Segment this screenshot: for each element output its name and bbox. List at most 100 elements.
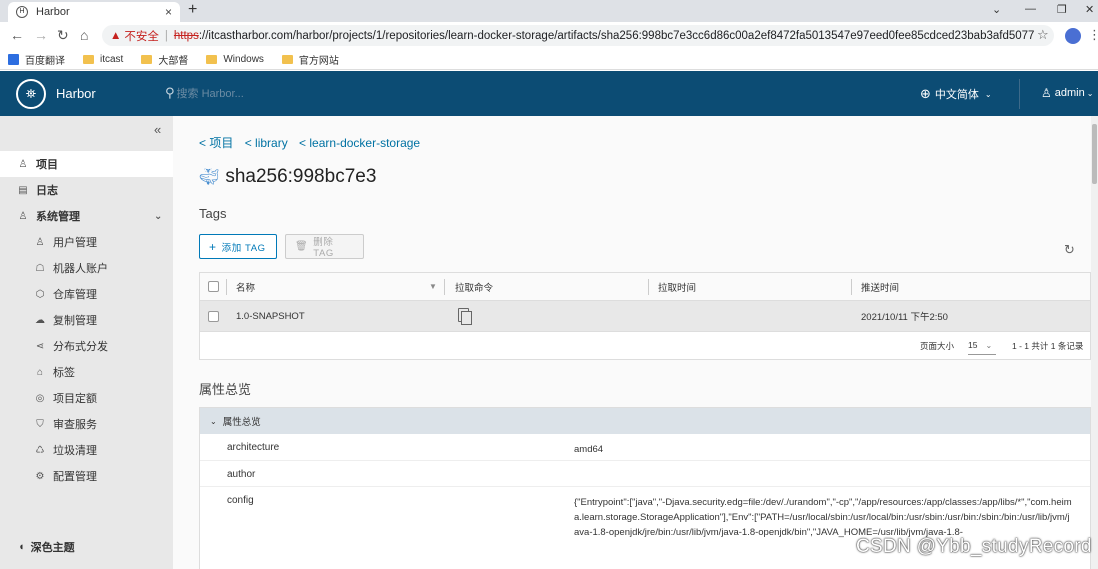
browser-tab-bar: H Harbor × + ⌄ — ❐ ✕ (0, 0, 1098, 22)
copy-icon[interactable] (458, 308, 472, 325)
registry-icon: ⬡ (35, 288, 45, 300)
menu-icon[interactable]: ⋮ (1088, 27, 1098, 43)
globe-icon: ⊕ (920, 86, 931, 101)
sidebar-item-administration[interactable]: ♙ 系统管理 ⌄ (0, 203, 173, 229)
back-icon[interactable]: ← (10, 27, 24, 43)
column-pull-time[interactable]: 拉取时间 (658, 273, 696, 300)
projects-icon: ♙ (18, 158, 28, 170)
bookmark-item[interactable]: itcast (83, 54, 123, 65)
folder-icon (206, 54, 218, 64)
user-menu[interactable]: ♙ admin ⌄ (1041, 86, 1093, 100)
label-icon: ⌂ (36, 366, 44, 378)
users-icon: ♙ (35, 236, 45, 248)
column-divider (444, 279, 445, 295)
search-icon: ⚲ (165, 85, 175, 100)
column-push-time[interactable]: 推送时间 (861, 273, 899, 300)
delete-tag-button[interactable]: 🗑︎ 删除 TAG (285, 234, 364, 259)
column-name[interactable]: 名称 (236, 273, 255, 300)
browser-toolbar: ← → ↻ ⌂ ▲ 不安全 | https ://itcastharbor.co… (0, 22, 1098, 49)
forward-icon[interactable]: → (34, 27, 48, 43)
admin-icon: ♙ (18, 210, 28, 222)
logs-icon: ▤ (18, 184, 28, 196)
url-scheme: https (173, 29, 199, 42)
breadcrumb-repository[interactable]: < learn-docker-storage (299, 136, 420, 150)
chevron-down-icon: ⌄ (985, 340, 993, 350)
sidebar-item-projects[interactable]: ♙ 项目 (0, 151, 173, 177)
home-icon[interactable]: ⌂ (80, 27, 88, 43)
sidebar-item-registries[interactable]: ⬡ 仓库管理 (0, 281, 173, 307)
translate-icon (8, 53, 19, 65)
breadcrumb: < 项目 < library < learn-docker-storage (199, 134, 428, 151)
bookmark-item[interactable]: Windows (206, 54, 264, 65)
sidebar-item-distributions[interactable]: ⋖ 分布式分发 (0, 333, 173, 359)
filter-icon[interactable]: ▼ (429, 282, 437, 291)
global-search[interactable]: ⚲ 搜索 Harbor... (165, 85, 244, 101)
table-row[interactable]: 1.0-SNAPSHOT 2021/10/11 下午2:50 (200, 301, 1090, 332)
select-all-checkbox[interactable] (208, 281, 219, 292)
page-size-label: 页面大小 (920, 341, 955, 351)
row-checkbox[interactable] (208, 311, 219, 322)
moon-icon: ◖ (18, 541, 25, 553)
profile-avatar[interactable] (1065, 28, 1081, 44)
attribute-key: architecture (227, 442, 280, 453)
language-selector[interactable]: ⊕ 中文简体 ⌄ (920, 86, 992, 102)
brand-name[interactable]: Harbor (56, 86, 96, 101)
tags-heading: Tags (199, 206, 227, 221)
table-footer: 页面大小 15 ⌄ 1 - 1 共计 1 条记录 (200, 332, 1090, 360)
address-bar[interactable]: ▲ 不安全 | https ://itcastharbor.com/harbor… (102, 25, 1054, 46)
minimize-icon[interactable]: — (1025, 3, 1036, 15)
attribute-value: amd64 (574, 444, 604, 455)
page-title: 🐳︎ sha256:998bc7e3 (199, 166, 377, 187)
table-header: 名称 ▼ 拉取命令 拉取时间 推送时间 (200, 273, 1090, 301)
dark-theme-toggle[interactable]: ◖ 深色主题 (18, 539, 75, 555)
chevron-down-icon: ⌄ (154, 210, 163, 222)
tab-search-icon[interactable]: ⌄ (992, 3, 1001, 16)
browser-tab[interactable]: H Harbor × (8, 2, 180, 22)
attribute-row: author (200, 461, 1090, 487)
attribute-row: architecture amd64 (200, 434, 1090, 461)
gc-icon: ♺ (35, 444, 45, 456)
bookmark-item[interactable]: 官方网站 (281, 52, 339, 67)
page-scrollbar[interactable] (1091, 116, 1098, 569)
harbor-favicon-icon: H (16, 6, 28, 18)
search-input[interactable]: 搜索 Harbor... (177, 85, 244, 101)
tab-title: Harbor (36, 6, 70, 18)
sidebar-item-replications[interactable]: ☁ 复制管理 (0, 307, 173, 333)
refresh-icon[interactable]: ↻ (1064, 242, 1075, 258)
breadcrumb-projects[interactable]: < 项目 (199, 136, 233, 150)
docker-icon: 🐳︎ (199, 169, 220, 186)
folder-icon (141, 54, 153, 64)
sidebar-item-scanners[interactable]: ⛉ 审查服务 (0, 411, 173, 437)
sidebar: « ♙ 项目 ▤ 日志 ♙ 系统管理 ⌄ ♙ 用户管理 ☖ 机器人账户 ⬡ 仓库管理 … (0, 116, 173, 569)
window-close-icon[interactable]: ✕ (1085, 3, 1094, 16)
sidebar-item-logs[interactable]: ▤ 日志 (0, 177, 173, 203)
scrollbar-thumb[interactable] (1092, 124, 1097, 184)
sidebar-item-robot-accounts[interactable]: ☖ 机器人账户 (0, 255, 173, 281)
attributes-heading: 属性总览 (199, 382, 252, 397)
attributes-accordion-header[interactable]: ⌄ 属性总览 (200, 408, 1090, 434)
sidebar-item-configuration[interactable]: ⚙ 配置管理 (0, 463, 173, 489)
attribute-key: author (227, 469, 256, 480)
bookmark-item[interactable]: 百度翻译 (8, 52, 65, 67)
maximize-icon[interactable]: ❐ (1057, 3, 1067, 16)
add-tag-button[interactable]: + 添加 TAG (199, 234, 277, 259)
sidebar-item-quotas[interactable]: ◎ 项目定额 (0, 385, 173, 411)
page-size-select[interactable]: 15 ⌄ (968, 340, 996, 355)
app-header: ⛯ Harbor ⚲ 搜索 Harbor... ⊕ 中文简体 ⌄ ♙ admin… (0, 71, 1098, 116)
main-content: < 项目 < library < learn-docker-storage 🐳︎… (173, 116, 1098, 569)
sidebar-item-labels[interactable]: ⌂ 标签 (0, 359, 173, 385)
close-tab-icon[interactable]: × (165, 5, 172, 19)
replication-icon: ☁ (35, 314, 45, 326)
bookmarks-bar: 百度翻译 itcast 大部督 Windows 官方网站 (0, 49, 1098, 70)
harbor-logo-icon[interactable]: ⛯ (16, 79, 46, 109)
breadcrumb-library[interactable]: < library (245, 136, 288, 150)
reload-icon[interactable]: ↻ (57, 27, 69, 44)
bookmark-star-icon[interactable]: ☆ (1037, 27, 1049, 43)
sidebar-item-garbage-collection[interactable]: ♺ 垃圾清理 (0, 437, 173, 463)
bookmark-item[interactable]: 大部督 (141, 52, 188, 67)
attribute-value: {"Entrypoint":["java","-Djava.security.e… (574, 497, 1072, 538)
column-divider (226, 279, 227, 295)
sidebar-item-users[interactable]: ♙ 用户管理 (0, 229, 173, 255)
new-tab-icon[interactable]: + (188, 1, 197, 19)
collapse-sidebar-icon[interactable]: « (154, 122, 161, 137)
